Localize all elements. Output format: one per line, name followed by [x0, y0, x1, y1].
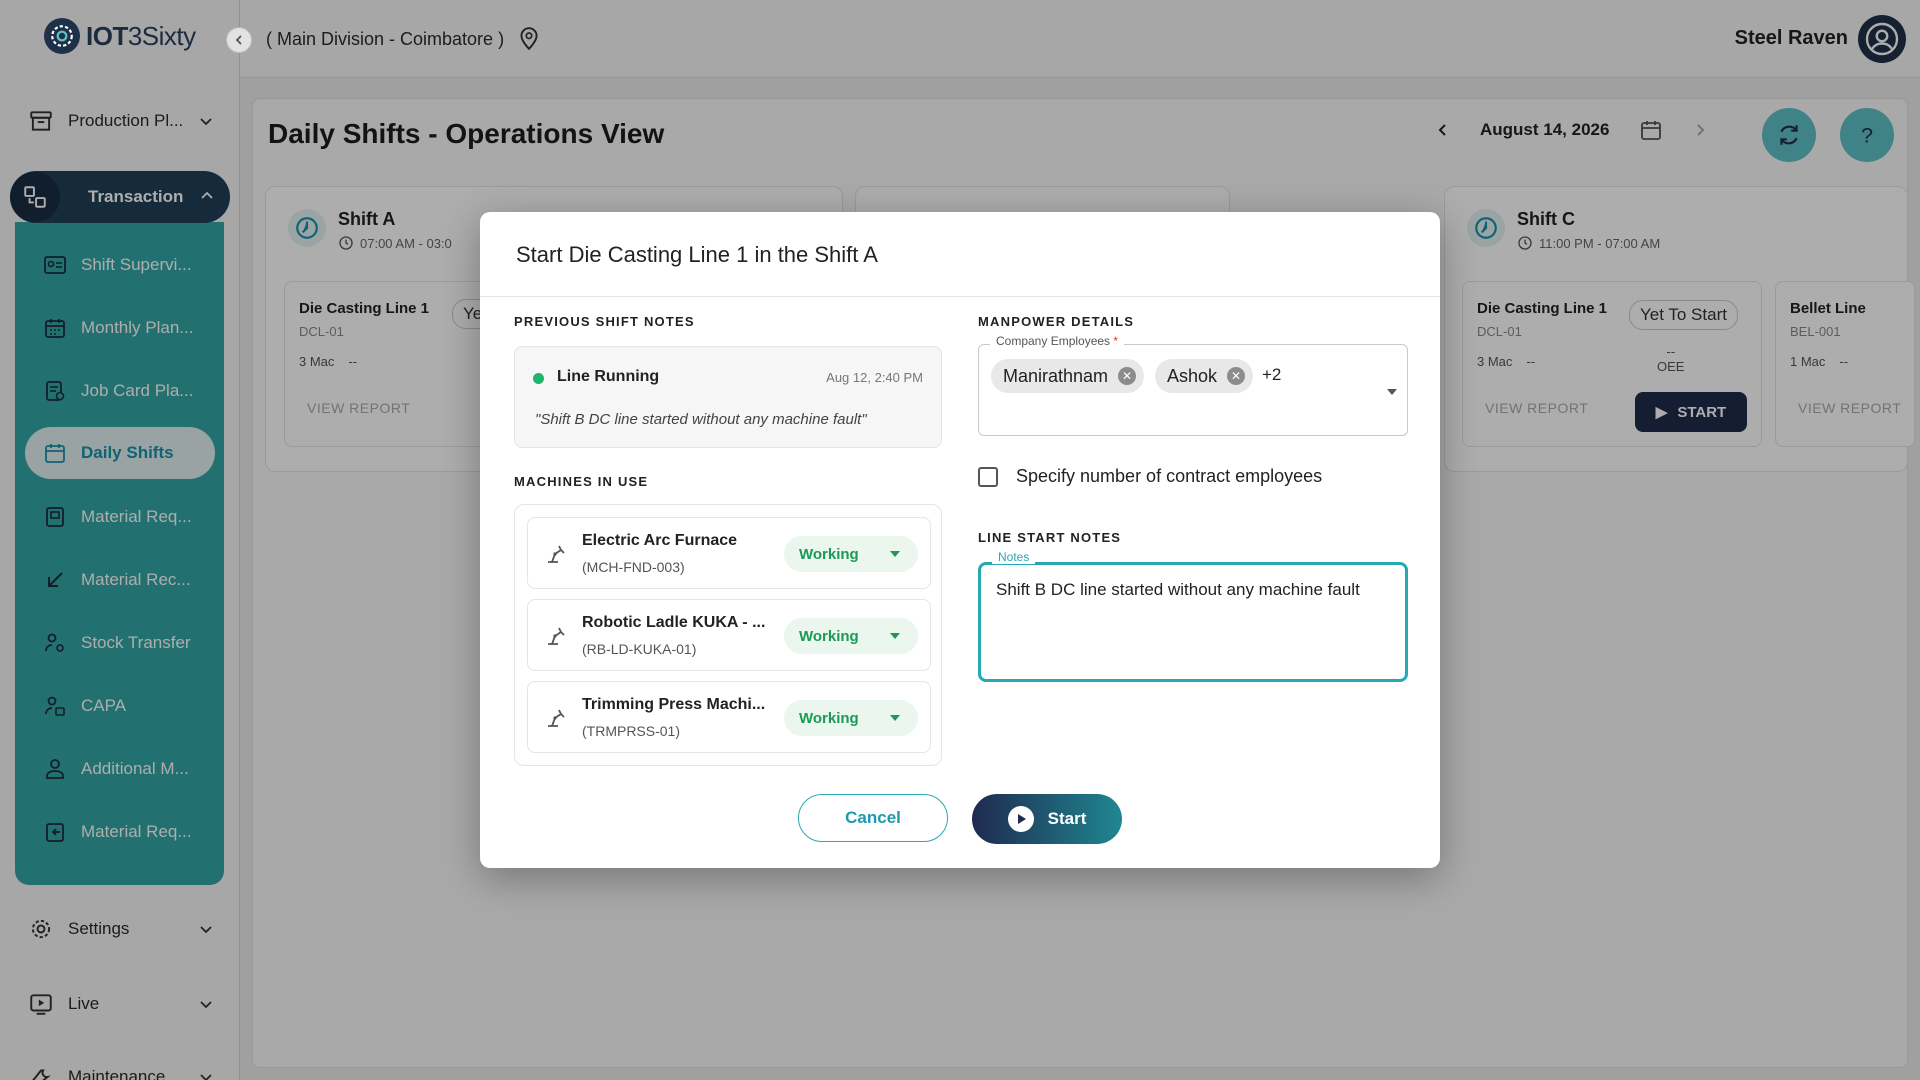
machines-in-use-heading: MACHINES IN USE	[514, 474, 649, 489]
notes-label: Notes	[992, 550, 1036, 564]
status-value: Working	[799, 627, 859, 645]
checkbox-label: Specify number of contract employees	[1016, 466, 1323, 486]
brand-name: IOT3Sixty	[86, 20, 196, 51]
caret-down-icon	[890, 633, 900, 639]
remove-chip-icon[interactable]: ✕	[1118, 367, 1137, 385]
machines-list: Electric Arc Furnace (MCH-FND-003) Worki…	[514, 504, 942, 766]
machine-code: (RB-LD-KUKA-01)	[582, 641, 697, 657]
start-label: Start	[1047, 809, 1087, 828]
chevron-left-icon	[235, 35, 242, 45]
notes-textarea[interactable]: Shift B DC line started without any mach…	[978, 562, 1408, 682]
machine-name: Trimming Press Machi...	[582, 696, 766, 713]
remove-chip-icon[interactable]: ✕	[1227, 367, 1246, 385]
list-item: Robotic Ladle KUKA - ... (RB-LD-KUKA-01)…	[527, 599, 931, 671]
start-line-dialog: Start Die Casting Line 1 in the Shift A …	[480, 212, 1440, 868]
caret-down-icon	[890, 551, 900, 557]
chip-label: Manirathnam	[1003, 365, 1109, 386]
caret-down-icon	[890, 715, 900, 721]
status-dot	[533, 373, 544, 384]
machine-status-select[interactable]: Working	[784, 618, 918, 654]
contract-employees-checkbox[interactable]	[978, 466, 998, 487]
machine-code: (MCH-FND-003)	[582, 559, 685, 575]
notes-value: Shift B DC line started without any mach…	[996, 580, 1360, 599]
machine-status-select[interactable]: Working	[784, 536, 918, 572]
machine-status-select[interactable]: Working	[784, 700, 918, 736]
line-start-notes-heading: LINE START NOTES	[978, 530, 1122, 545]
list-item: Trimming Press Machi... (TRMPRSS-01) Wor…	[527, 681, 931, 753]
status-value: Working	[799, 709, 859, 727]
note-timestamp: Aug 12, 2:40 PM	[826, 370, 923, 385]
robot-arm-icon	[548, 627, 565, 645]
logo-gear-icon	[44, 18, 80, 54]
caret-down-icon[interactable]	[1387, 389, 1397, 395]
previous-shift-notes-heading: PREVIOUS SHIFT NOTES	[514, 314, 695, 329]
start-button[interactable]: Start	[972, 794, 1122, 844]
company-employees-select[interactable]: Manirathnam ✕ Ashok ✕ +2	[978, 344, 1408, 436]
robot-arm-icon	[548, 545, 565, 563]
note-status: Line Running	[557, 368, 660, 385]
note-text: "Shift B DC line started without any mac…	[535, 411, 867, 428]
dialog-title: Start Die Casting Line 1 in the Shift A	[516, 242, 878, 267]
machine-name: Robotic Ladle KUKA - ...	[582, 614, 766, 631]
previous-shift-note: Line Running Aug 12, 2:40 PM "Shift B DC…	[514, 346, 942, 448]
app-logo: IOT3Sixty	[44, 18, 196, 54]
list-item: Electric Arc Furnace (MCH-FND-003) Worki…	[527, 517, 931, 589]
divider	[480, 296, 1440, 297]
cancel-button[interactable]: Cancel	[798, 794, 948, 842]
play-icon	[1007, 806, 1034, 832]
robot-arm-icon	[548, 709, 565, 727]
collapse-sidebar-button[interactable]	[226, 27, 252, 53]
status-value: Working	[799, 545, 859, 563]
machine-name: Electric Arc Furnace	[582, 532, 738, 549]
chip-label: Ashok	[1167, 365, 1218, 386]
employee-chip: Manirathnam ✕	[991, 359, 1145, 393]
machine-code: (TRMPRSS-01)	[582, 723, 681, 739]
more-count: +2	[1262, 365, 1282, 384]
contract-employees-option[interactable]: Specify number of contract employees	[978, 466, 1322, 487]
employee-chip: Ashok ✕	[1155, 359, 1254, 393]
manpower-details-heading: MANPOWER DETAILS	[978, 314, 1135, 329]
company-employees-label: Company Employees *	[990, 334, 1125, 348]
